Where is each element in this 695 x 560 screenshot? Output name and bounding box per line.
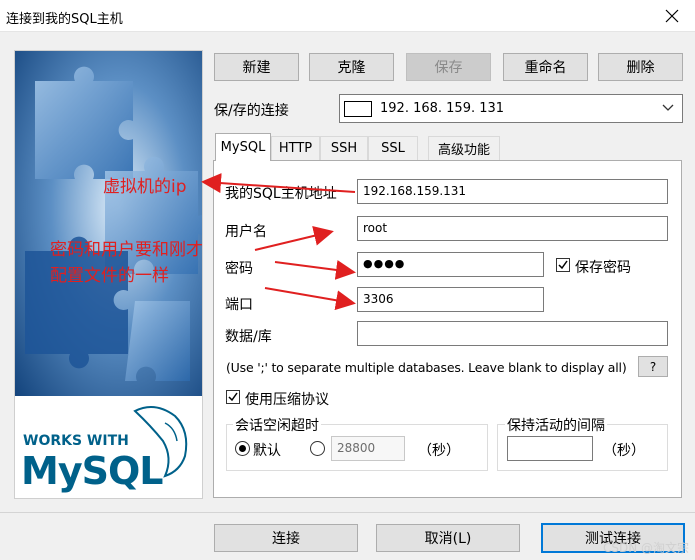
save-password-checkbox[interactable] xyxy=(556,258,570,272)
logo-mysql: MySQL xyxy=(21,449,163,493)
database-hint: (Use ';' to separate multiple databases.… xyxy=(226,360,627,375)
timeout-seconds-label: （秒） xyxy=(418,443,460,459)
tab-http[interactable]: HTTP xyxy=(271,136,320,160)
custom-timeout-radio[interactable] xyxy=(310,441,325,456)
radio-dot xyxy=(239,445,246,452)
tab-ssl[interactable]: SSL xyxy=(368,136,418,160)
port-label: 端口 xyxy=(225,297,253,313)
checkmark-icon xyxy=(228,392,238,402)
default-timeout-radio[interactable] xyxy=(235,441,250,456)
user-input[interactable]: root xyxy=(357,216,668,241)
tab-ssh[interactable]: SSH xyxy=(320,136,368,160)
compression-label: 使用压缩协议 xyxy=(245,392,329,408)
password-input[interactable]: ●●●● xyxy=(357,252,544,277)
keepalive-seconds-label: （秒） xyxy=(603,443,645,459)
checkmark-icon xyxy=(558,260,568,270)
compression-checkbox[interactable] xyxy=(226,390,240,404)
session-idle-title: 会话空闲超时 xyxy=(233,415,321,435)
timeout-input[interactable]: 28800 xyxy=(331,436,405,461)
delete-button[interactable]: 删除 xyxy=(598,53,683,81)
watermark: CSDN @淘文宗 xyxy=(602,541,689,555)
user-label: 用户名 xyxy=(225,224,267,240)
connect-button[interactable]: 连接 xyxy=(214,524,358,552)
tab-advanced[interactable]: 高级功能 xyxy=(428,136,500,160)
annotation-note-line2: 配置文件的一样 xyxy=(50,266,169,286)
database-input[interactable] xyxy=(357,321,668,346)
password-label: 密码 xyxy=(225,261,253,277)
logo-works-with: WORKS WITH xyxy=(23,433,129,449)
keepalive-title: 保持活动的间隔 xyxy=(505,415,607,435)
window-title: 连接到我的SQL主机 xyxy=(6,12,123,27)
hint-help-button[interactable]: ? xyxy=(638,356,668,377)
host-input[interactable]: 192.168.159.131 xyxy=(357,179,668,204)
cancel-button[interactable]: 取消(L) xyxy=(376,524,520,552)
rename-button[interactable]: 重命名 xyxy=(503,53,588,81)
saved-connections-value: 192. 168. 159. 131 xyxy=(380,101,505,116)
port-input[interactable]: 3306 xyxy=(357,287,544,312)
footer-divider xyxy=(0,512,695,513)
save-password-label: 保存密码 xyxy=(575,260,631,276)
default-timeout-label: 默认 xyxy=(253,443,281,459)
save-button[interactable]: 保存 xyxy=(406,53,491,81)
chevron-down-icon xyxy=(662,104,674,111)
clone-button[interactable]: 克隆 xyxy=(309,53,394,81)
close-icon xyxy=(665,9,679,23)
saved-connections-label: 保/存的连接 xyxy=(214,103,289,119)
title-bar: 连接到我的SQL主机 xyxy=(0,0,695,32)
annotation-vm-ip: 虚拟机的ip xyxy=(103,177,187,197)
keepalive-input[interactable] xyxy=(507,436,593,461)
saved-connections-select[interactable]: 192. 168. 159. 131 xyxy=(339,94,683,123)
new-button[interactable]: 新建 xyxy=(214,53,299,81)
color-swatch xyxy=(344,101,372,117)
host-label: 我的SQL主机地址 xyxy=(225,186,337,202)
close-button[interactable] xyxy=(649,0,695,32)
tab-mysql[interactable]: MySQL xyxy=(215,133,271,161)
database-label: 数据/库 xyxy=(225,329,272,345)
annotation-note-line1: 密码和用户要和刚才 xyxy=(50,240,203,260)
